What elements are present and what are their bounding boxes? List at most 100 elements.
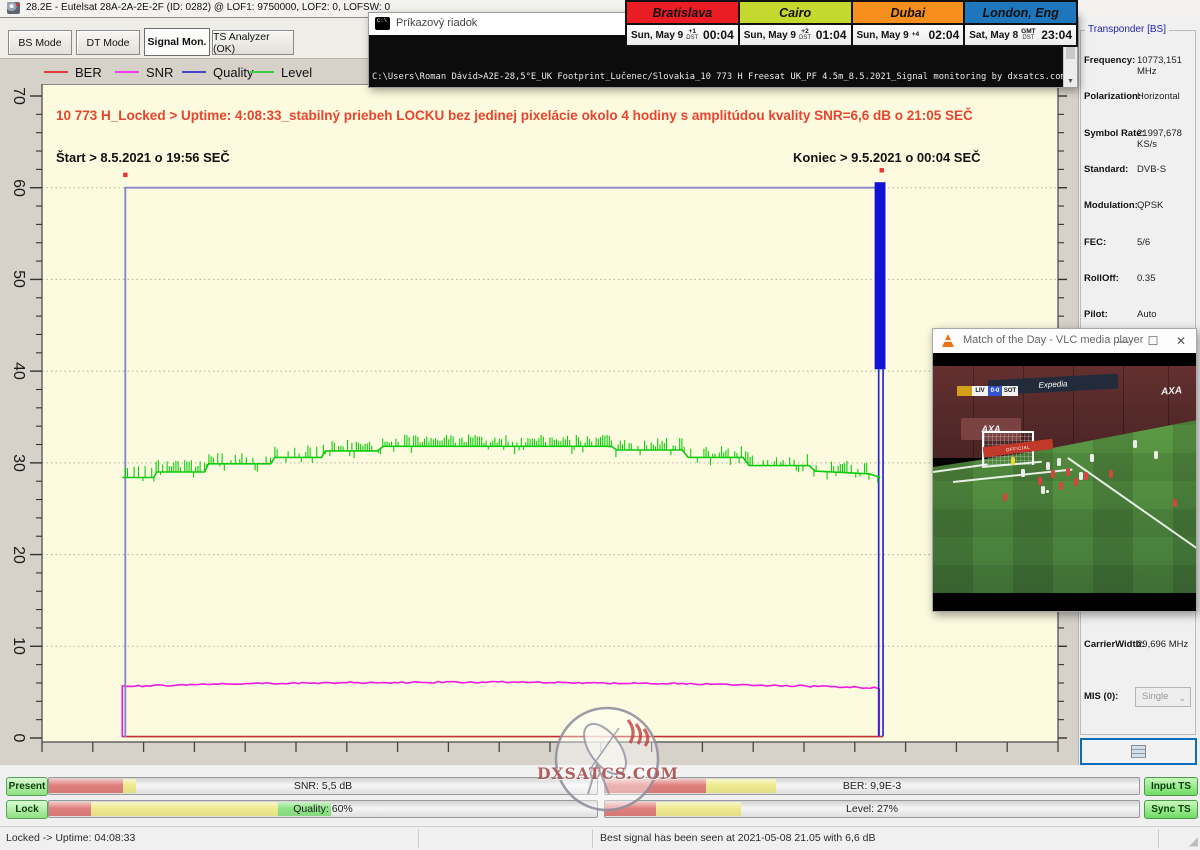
- vlc-video[interactable]: AXA AXA Expedia OFFICIAL LIV 0-0 SOT: [933, 353, 1196, 611]
- tab-signal-mon[interactable]: Signal Mon.: [144, 28, 210, 56]
- close-button[interactable]: ✕: [1170, 332, 1192, 350]
- meter-panel: Present SNR: 5,5 dB BER: 9,9E-3 Input TS…: [0, 765, 1200, 826]
- broadcaster-badge: [957, 386, 972, 396]
- player: [1021, 469, 1025, 477]
- legend-item-ber: BER: [44, 59, 102, 85]
- score-overlay: LIV 0-0 SOT: [957, 386, 1018, 396]
- mis-select[interactable]: Single⌄: [1135, 687, 1191, 707]
- chart-canvas: [0, 84, 1078, 765]
- clock-london: London, Eng Sat, May 8 GMTDST 23:04: [963, 2, 1076, 45]
- statusbar-separator: [1158, 829, 1159, 848]
- clock-bratislava: Bratislava Sun, May 9 +1DST 00:04: [627, 2, 738, 45]
- legend-item-quality: Quality: [182, 59, 253, 85]
- mis-field: MIS (0):Single⌄: [1080, 691, 1197, 707]
- player: [1051, 470, 1055, 478]
- axa-logo: AXA: [1161, 385, 1183, 397]
- level-meter: Level: 27%: [604, 800, 1140, 818]
- vlc-window[interactable]: Match of the Day - VLC media player — ☐ …: [932, 328, 1197, 612]
- cmd-prompt-line: C:\Users\Roman Dávid>A2E-28,5°E_UK Footp…: [372, 72, 1066, 82]
- resize-grip[interactable]: ◢: [1189, 834, 1198, 848]
- chart-legend: BER SNR Quality Level: [0, 58, 368, 85]
- player: [1057, 458, 1061, 466]
- letterbox-bar: [933, 593, 1196, 611]
- transponder-field: Standard:DVB-S: [1080, 164, 1197, 180]
- present-indicator[interactable]: Present: [6, 777, 48, 796]
- transponder-field: Polarization:Horizontal: [1080, 91, 1197, 107]
- player: [1079, 472, 1083, 480]
- player: [1046, 462, 1050, 470]
- transponder-field: RollOff:0.35: [1080, 273, 1197, 289]
- chart-annotation: 10 773 H_Locked > Uptime: 4:08:33_stabil…: [56, 108, 973, 123]
- y-axis-tick-label: 0: [5, 725, 31, 751]
- clock-cairo: Cairo Sun, May 9 +2DST 01:04: [738, 2, 851, 45]
- minimize-button[interactable]: —: [1112, 332, 1134, 350]
- app-title: 28.2E - Eutelsat 28A-2A-2E-2F (ID: 0282)…: [26, 2, 390, 13]
- world-clocks: Bratislava Sun, May 9 +1DST 00:04 Cairo …: [625, 0, 1078, 47]
- drive-icon: [1131, 745, 1146, 758]
- player: [1173, 499, 1177, 507]
- chart-end-label: Koniec > 9.5.2021 o 00:04 SEČ: [793, 150, 981, 165]
- status-best-signal: Best signal has been seen at 2021-05-08 …: [600, 832, 876, 844]
- clock-city: Cairo: [740, 2, 851, 25]
- match-score: 0-0: [988, 386, 1002, 396]
- tab-dt-mode[interactable]: DT Mode: [76, 30, 140, 55]
- stream-capture-button[interactable]: [1080, 738, 1197, 765]
- y-axis-tick-label: 30: [5, 450, 31, 476]
- ber-meter: BER: 9,9E-3: [604, 777, 1140, 795]
- lock-indicator[interactable]: Lock: [6, 800, 48, 819]
- transponder-field: Modulation:QPSK: [1080, 200, 1197, 216]
- player: [1066, 468, 1070, 476]
- player: [1074, 478, 1078, 486]
- transponder-field: Pilot:Auto: [1080, 309, 1197, 325]
- vlc-cone-icon: [942, 334, 954, 347]
- transponder-field: FEC:5/6: [1080, 237, 1197, 253]
- meter-label: BER: 9,9E-3: [605, 778, 1139, 794]
- tab-ts-analyzer[interactable]: TS Analyzer (OK): [212, 30, 294, 55]
- snr-line-swatch: [115, 71, 139, 73]
- chevron-down-icon: ⌄: [1178, 689, 1186, 707]
- maximize-button[interactable]: ☐: [1142, 332, 1164, 350]
- y-axis-tick-label: 50: [5, 266, 31, 292]
- scroll-down-icon[interactable]: ▼: [1064, 76, 1077, 87]
- legend-item-level: Level: [250, 59, 312, 85]
- transponder-field: Symbol Rate:21997,678 KS/s: [1080, 128, 1197, 144]
- vlc-titlebar[interactable]: Match of the Day - VLC media player — ☐ …: [933, 329, 1196, 353]
- level-line-swatch: [250, 71, 274, 73]
- transponder-field: Frequency:10773,151 MHz: [1080, 55, 1197, 71]
- y-axis-tick-label: 60: [5, 175, 31, 201]
- app-icon: [7, 2, 20, 14]
- sync-ts-indicator[interactable]: Sync TS: [1144, 800, 1198, 819]
- ber-line-swatch: [44, 71, 68, 73]
- cmd-icon: C:\: [375, 17, 390, 30]
- y-axis-tick-label: 10: [5, 633, 31, 659]
- y-axis-tick-label: 40: [5, 358, 31, 384]
- desktop: 28.2E - Eutelsat 28A-2A-2E-2F (ID: 0282)…: [0, 0, 1200, 850]
- y-axis-tick-label: 70: [5, 83, 31, 109]
- quality-meter: Quality: 60%: [48, 800, 598, 818]
- meter-label: Level: 27%: [605, 801, 1139, 817]
- y-axis-tick-label: 20: [5, 542, 31, 568]
- clock-city: Bratislava: [627, 2, 738, 25]
- input-ts-indicator[interactable]: Input TS: [1144, 777, 1198, 796]
- player: [1109, 470, 1113, 478]
- chart-start-label: Štart > 8.5.2021 o 19:56 SEČ: [56, 150, 230, 165]
- cmd-title: Príkazový riadok: [396, 17, 477, 29]
- player: [1041, 486, 1045, 494]
- away-team: SOT: [1002, 386, 1018, 396]
- player: [1038, 477, 1042, 485]
- status-lock-uptime: Locked -> Uptime: 04:08:33: [6, 832, 135, 844]
- meter-label: Quality: 60%: [49, 801, 597, 817]
- legend-item-snr: SNR: [115, 59, 173, 85]
- player: [1133, 440, 1137, 448]
- signal-chart: 10 773 H_Locked > Uptime: 4:08:33_stabil…: [0, 84, 1078, 765]
- scroll-thumb[interactable]: [1066, 47, 1075, 59]
- status-bar: Locked -> Uptime: 04:08:33 Best signal h…: [0, 826, 1200, 850]
- home-team: LIV: [972, 386, 988, 396]
- tab-bs-mode[interactable]: BS Mode: [8, 30, 72, 55]
- mode-tabstrip: BS Mode DT Mode Signal Mon. TS Analyzer …: [0, 18, 368, 58]
- meter-label: SNR: 5,5 dB: [49, 778, 597, 794]
- snr-meter: SNR: 5,5 dB: [48, 777, 598, 795]
- player: [1011, 457, 1015, 465]
- clock-city: London, Eng: [965, 2, 1076, 25]
- player: [1003, 493, 1007, 501]
